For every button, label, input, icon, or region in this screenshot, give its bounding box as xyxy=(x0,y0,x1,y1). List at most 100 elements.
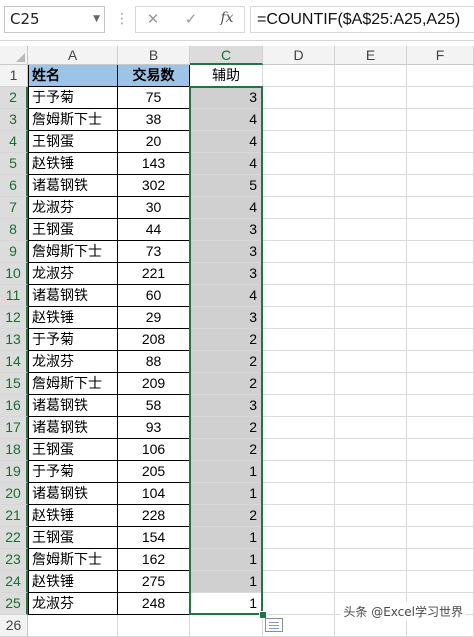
row-header[interactable]: 11 xyxy=(0,285,28,307)
row-header[interactable]: 19 xyxy=(0,461,28,483)
row-header[interactable]: 4 xyxy=(0,131,28,153)
cell-name[interactable]: 诸葛钢铁 xyxy=(28,175,118,197)
cell-name[interactable]: 诸葛钢铁 xyxy=(28,285,118,307)
cell-name[interactable]: 赵铁锤 xyxy=(28,505,118,527)
cell-count[interactable]: 228 xyxy=(118,505,190,527)
cell-helper[interactable]: 1 xyxy=(190,549,263,571)
quick-analysis-icon[interactable] xyxy=(265,618,283,632)
cell-d[interactable] xyxy=(263,241,335,263)
cell-count[interactable]: 209 xyxy=(118,373,190,395)
cell-helper[interactable]: 4 xyxy=(190,197,263,219)
row-header[interactable]: 2 xyxy=(0,87,28,109)
cell-e[interactable] xyxy=(335,395,407,417)
cell-a1-name-header[interactable]: 姓名 xyxy=(28,65,118,87)
cell-count[interactable]: 106 xyxy=(118,439,190,461)
cell-helper[interactable]: 1 xyxy=(190,527,263,549)
cell-f[interactable] xyxy=(407,505,474,527)
cell-d[interactable] xyxy=(263,593,335,615)
cell-name[interactable]: 诸葛钢铁 xyxy=(28,395,118,417)
cell-name[interactable]: 詹姆斯下士 xyxy=(28,109,118,131)
cell-helper[interactable]: 3 xyxy=(190,307,263,329)
cell-b[interactable] xyxy=(118,615,190,637)
row-header[interactable]: 7 xyxy=(0,197,28,219)
cell-d[interactable] xyxy=(263,461,335,483)
cell-d[interactable] xyxy=(263,439,335,461)
cell-count[interactable]: 104 xyxy=(118,483,190,505)
row-header[interactable]: 20 xyxy=(0,483,28,505)
cancel-icon[interactable]: ✕ xyxy=(142,10,164,28)
cell-f[interactable] xyxy=(407,439,474,461)
cell-e[interactable] xyxy=(335,483,407,505)
cell-count[interactable]: 58 xyxy=(118,395,190,417)
select-all-corner[interactable] xyxy=(0,46,28,65)
row-header[interactable]: 15 xyxy=(0,373,28,395)
cell-count[interactable]: 93 xyxy=(118,417,190,439)
cell-d[interactable] xyxy=(263,263,335,285)
cell-e[interactable] xyxy=(335,351,407,373)
cell-helper[interactable]: 5 xyxy=(190,175,263,197)
row-header[interactable]: 26 xyxy=(0,615,28,637)
cell-d[interactable] xyxy=(263,153,335,175)
cell-name[interactable]: 詹姆斯下士 xyxy=(28,549,118,571)
cell-name[interactable]: 龙淑芬 xyxy=(28,593,118,615)
cell-helper[interactable]: 4 xyxy=(190,153,263,175)
row-header[interactable]: 13 xyxy=(0,329,28,351)
cell-d[interactable] xyxy=(263,549,335,571)
cell-name[interactable]: 赵铁锤 xyxy=(28,307,118,329)
cell-d[interactable] xyxy=(263,87,335,109)
row-header[interactable]: 12 xyxy=(0,307,28,329)
cell-helper[interactable]: 3 xyxy=(190,263,263,285)
cell-e[interactable] xyxy=(335,175,407,197)
cell-helper[interactable]: 1 xyxy=(190,483,263,505)
cell-e[interactable] xyxy=(335,197,407,219)
cell-e[interactable] xyxy=(335,549,407,571)
cell-name[interactable]: 王钢蛋 xyxy=(28,219,118,241)
row-header[interactable]: 25 xyxy=(0,593,28,615)
row-header[interactable]: 3 xyxy=(0,109,28,131)
cell-e[interactable] xyxy=(335,505,407,527)
cell-e[interactable] xyxy=(335,87,407,109)
cell-count[interactable]: 75 xyxy=(118,87,190,109)
cell-d[interactable] xyxy=(263,307,335,329)
cell-helper[interactable]: 2 xyxy=(190,329,263,351)
cell-count[interactable]: 221 xyxy=(118,263,190,285)
name-box[interactable]: C25 ▼ xyxy=(4,6,105,33)
cell-f[interactable] xyxy=(407,549,474,571)
cell-count[interactable]: 29 xyxy=(118,307,190,329)
row-header[interactable]: 22 xyxy=(0,527,28,549)
cell-name[interactable]: 赵铁锤 xyxy=(28,571,118,593)
cell-c[interactable] xyxy=(190,615,263,637)
cell-f[interactable] xyxy=(407,285,474,307)
cell-helper[interactable]: 2 xyxy=(190,439,263,461)
cell-name[interactable]: 王钢蛋 xyxy=(28,439,118,461)
cell-count[interactable]: 154 xyxy=(118,527,190,549)
cell-d[interactable] xyxy=(263,417,335,439)
enter-icon[interactable]: ✓ xyxy=(180,10,202,28)
cell-count[interactable]: 143 xyxy=(118,153,190,175)
more-options-icon[interactable]: ⋮ xyxy=(115,9,129,29)
cell-b1-count-header[interactable]: 交易数 xyxy=(118,65,190,87)
column-header-c[interactable]: C xyxy=(190,46,263,65)
cell-name[interactable]: 于予菊 xyxy=(28,329,118,351)
cell-d[interactable] xyxy=(263,197,335,219)
cell-f[interactable] xyxy=(407,263,474,285)
cell-name[interactable]: 王钢蛋 xyxy=(28,131,118,153)
cell-e[interactable] xyxy=(335,65,407,87)
cell-f[interactable] xyxy=(407,461,474,483)
cell-count[interactable]: 88 xyxy=(118,351,190,373)
cell-f[interactable] xyxy=(407,483,474,505)
cell-helper[interactable]: 3 xyxy=(190,219,263,241)
cell-count[interactable]: 30 xyxy=(118,197,190,219)
cell-e[interactable] xyxy=(335,439,407,461)
row-header[interactable]: 24 xyxy=(0,571,28,593)
formula-input[interactable]: =COUNTIF($A$25:A25,A25) xyxy=(250,6,474,33)
cell-helper[interactable]: 3 xyxy=(190,241,263,263)
cell-helper[interactable]: 2 xyxy=(190,417,263,439)
row-header[interactable]: 8 xyxy=(0,219,28,241)
row-header[interactable]: 21 xyxy=(0,505,28,527)
cell-d[interactable] xyxy=(263,65,335,87)
cell-helper[interactable]: 3 xyxy=(190,395,263,417)
cell-e[interactable] xyxy=(335,153,407,175)
cell-f[interactable] xyxy=(407,65,474,87)
cell-name[interactable]: 诸葛钢铁 xyxy=(28,483,118,505)
